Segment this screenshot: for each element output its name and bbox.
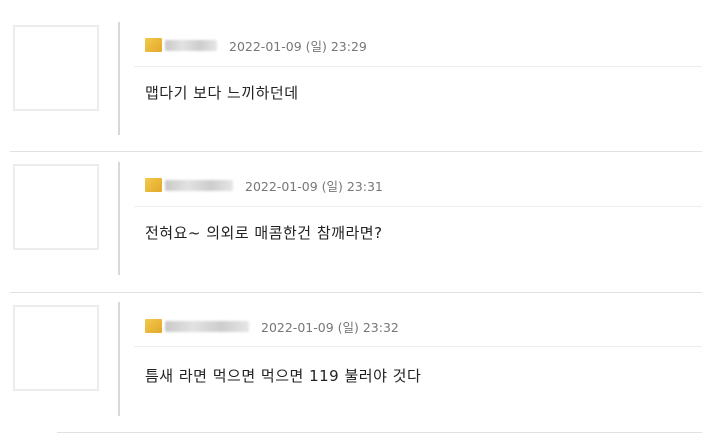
comment-divider	[10, 292, 702, 293]
comment-text: 전혀요~ 의외로 매콤한건 참깨라면?	[145, 224, 383, 242]
member-level-icon	[145, 319, 162, 333]
meta-separator	[134, 66, 702, 67]
comment-date: 2022-01-09 (일) 23:31	[245, 178, 383, 194]
avatar[interactable]	[13, 25, 99, 111]
avatar[interactable]	[13, 164, 99, 250]
author-name-blurred[interactable]	[165, 39, 217, 51]
comment-text: 맵다기 보다 느끼하던데	[145, 84, 299, 102]
author-name-blurred[interactable]	[165, 179, 233, 191]
meta-separator	[134, 346, 702, 347]
author-name-blurred[interactable]	[165, 320, 249, 332]
thread-line	[118, 302, 120, 416]
meta-separator	[134, 206, 702, 207]
thread-line	[118, 22, 120, 135]
comment-divider	[57, 432, 702, 433]
comment-meta: 2022-01-09 (일) 23:32	[145, 318, 399, 335]
comment-date: 2022-01-09 (일) 23:29	[229, 38, 367, 54]
comment-meta: 2022-01-09 (일) 23:31	[145, 177, 383, 194]
member-level-icon	[145, 38, 162, 52]
thread-line	[118, 162, 120, 275]
avatar[interactable]	[13, 305, 99, 391]
comment-date: 2022-01-09 (일) 23:32	[261, 319, 399, 335]
comment-meta: 2022-01-09 (일) 23:29	[145, 37, 367, 54]
comment-divider	[10, 151, 702, 152]
comment-text: 틈새 라면 먹으면 먹으면 119 불러야 것다	[145, 367, 422, 385]
member-level-icon	[145, 178, 162, 192]
